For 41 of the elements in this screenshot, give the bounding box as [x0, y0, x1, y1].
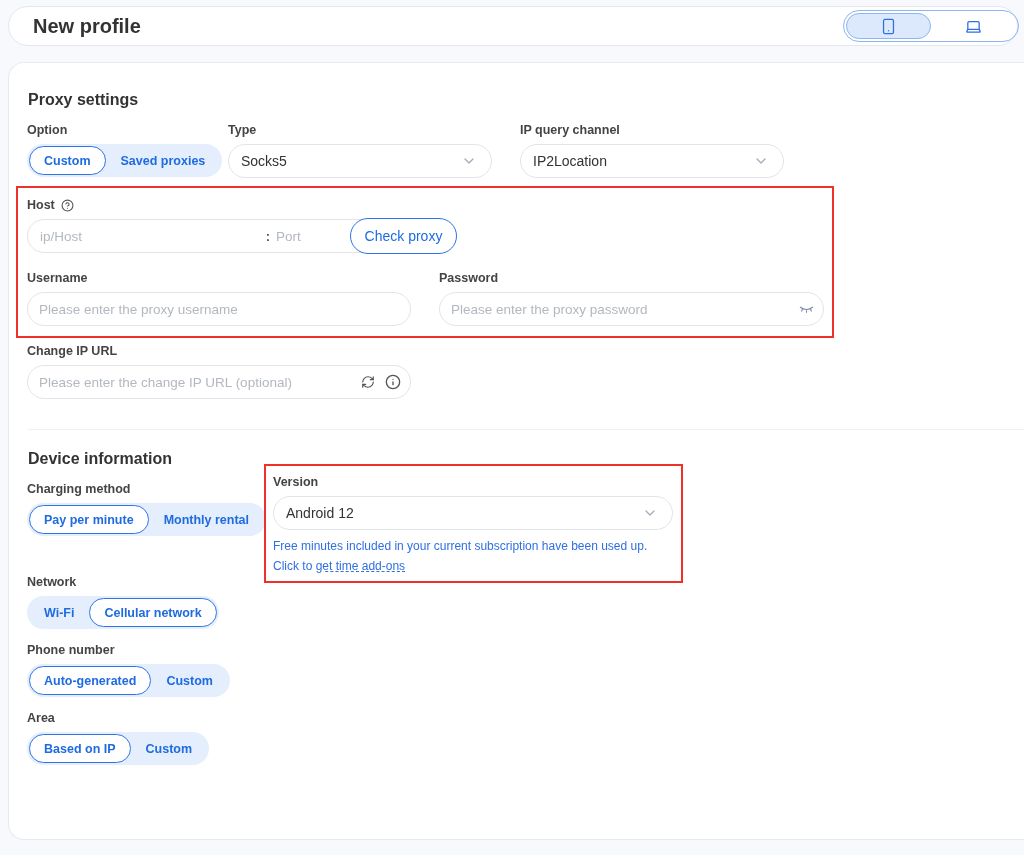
- field-label: Option: [27, 123, 68, 137]
- field-label: Area: [27, 711, 55, 725]
- port-input[interactable]: Port: [274, 227, 350, 245]
- segment-option[interactable]: Cellular network: [89, 598, 217, 627]
- field-label: Type: [228, 123, 257, 137]
- segment-option[interactable]: Wi-Fi: [29, 598, 90, 627]
- segment-option[interactable]: Auto-generated: [29, 666, 152, 695]
- subscription-notice: Free minutes included in your current subscription have been used up. Click to get time add-ons: [273, 538, 649, 575]
- field-label: Password: [439, 271, 499, 285]
- field-label: IP query channel: [520, 123, 620, 137]
- phone-toggle-button[interactable]: [846, 13, 931, 39]
- info-icon: [385, 374, 401, 390]
- username-field[interactable]: Please enter the proxy username: [27, 292, 411, 326]
- field-label: Network: [27, 575, 77, 589]
- check-proxy-button[interactable]: Check proxy: [350, 218, 457, 254]
- eye-closed-icon[interactable]: [799, 305, 814, 313]
- segment-option[interactable]: Monthly rental: [148, 505, 265, 534]
- change-ip-url-field[interactable]: Please enter the change IP URL (optional): [27, 365, 411, 399]
- host-field[interactable]: ip/Host : Port Check proxy: [27, 219, 457, 253]
- segment-option[interactable]: Custom: [130, 734, 208, 763]
- field-label: Change IP URL: [27, 344, 118, 358]
- section-title: Proxy settings: [28, 91, 140, 109]
- host-input[interactable]: ip/Host: [38, 227, 266, 245]
- time-add-ons-link[interactable]: get time add-ons: [315, 559, 406, 573]
- password-field[interactable]: Please enter the proxy password: [439, 292, 824, 326]
- segment-option[interactable]: Custom: [29, 146, 106, 175]
- phone-icon: [880, 17, 897, 35]
- field-label: Host: [27, 198, 55, 212]
- separator: :: [265, 228, 270, 244]
- segment-option[interactable]: Saved proxies: [105, 146, 221, 175]
- page-title: New profile: [33, 14, 141, 38]
- field-label: Version: [273, 475, 319, 489]
- section-title: Device information: [28, 450, 174, 468]
- segment-option[interactable]: Custom: [151, 666, 228, 695]
- segment-option[interactable]: Based on IP: [29, 734, 131, 763]
- field-label: Username: [27, 271, 88, 285]
- field-label: Charging method: [27, 482, 131, 496]
- segment-option[interactable]: Pay per minute: [29, 505, 149, 534]
- help-icon: [60, 198, 74, 212]
- refresh-icon[interactable]: [361, 375, 375, 389]
- field-label: Phone number: [27, 643, 115, 657]
